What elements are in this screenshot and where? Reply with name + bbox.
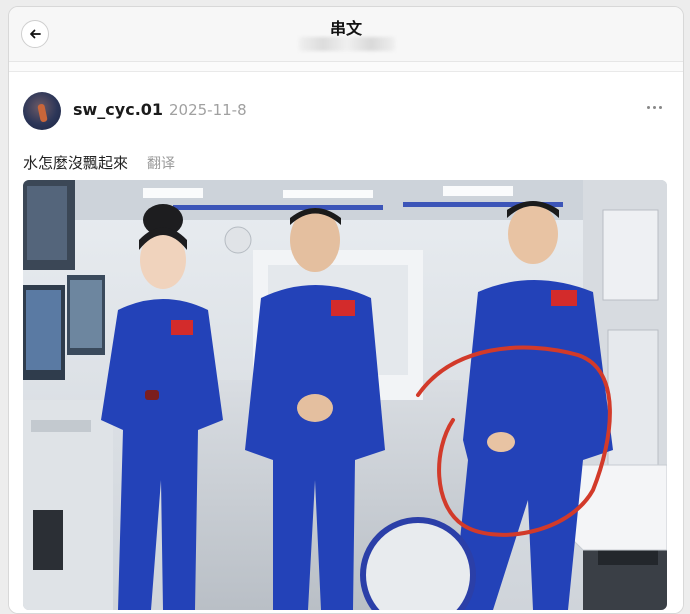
app-window: 串文 sw_cyc.01 2025-11-8 水怎麼沒飄起來 翻译 (8, 6, 684, 614)
avatar[interactable] (23, 92, 61, 130)
post-photo[interactable] (23, 180, 667, 610)
blurred-subtitle (299, 37, 395, 51)
username[interactable]: sw_cyc.01 (73, 100, 163, 119)
top-bar: 串文 (9, 7, 683, 62)
post-date: 2025-11-8 (169, 101, 247, 119)
page-title: 串文 (329, 19, 362, 38)
post-card: sw_cyc.01 2025-11-8 水怎麼沒飄起來 翻译 (9, 71, 683, 613)
astronauts-image (23, 180, 667, 610)
more-dots-icon[interactable] (647, 106, 662, 109)
post-text: 水怎麼沒飄起來 (23, 154, 129, 172)
translate-link[interactable]: 翻译 (147, 153, 175, 173)
